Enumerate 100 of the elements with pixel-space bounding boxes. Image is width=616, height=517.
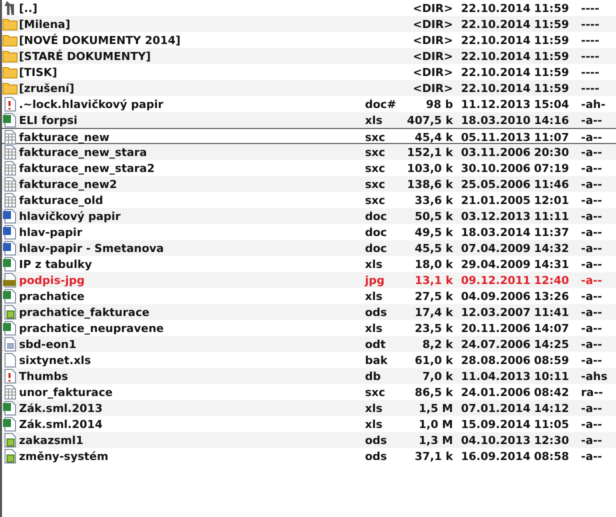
file-name: .~lock.hlavičkový papir	[19, 98, 164, 110]
file-extension: xls	[365, 418, 382, 430]
file-row[interactable]: prachatice_fakturace ods 17,4 k 12.03.2007 11:41 -a--	[2, 304, 616, 320]
file-time: 14:31	[533, 258, 570, 270]
folder-icon	[2, 80, 18, 96]
file-name: hlav-papir	[19, 226, 84, 238]
file-date: 16.09.2014	[460, 450, 531, 462]
file-time: 08:42	[533, 386, 570, 398]
file-extension: doc	[365, 210, 387, 222]
file-date: 04.09.2006	[460, 290, 531, 302]
file-date: 18.03.2014	[460, 226, 531, 238]
file-row[interactable]: podpis-jpg jpg 13,1 k 09.12.2011 12:40 -a--	[2, 272, 616, 288]
file-name: hlav-papir - Smetanova	[19, 242, 165, 254]
file-name: fakturace_old	[19, 194, 104, 206]
file-size: 8,2 k	[422, 338, 453, 350]
file-extension: bak	[365, 354, 388, 366]
file-row[interactable]: hlav-papir - Smetanova doc 45,5 k 07.04.2009 14:32 -a--	[2, 240, 616, 256]
file-time: 12:01	[533, 194, 570, 206]
file-size: 152,1 k	[407, 146, 453, 158]
file-name: hlavičkový papir	[19, 210, 122, 222]
file-attributes: -a--	[580, 418, 604, 430]
file-extension: db	[365, 370, 381, 382]
file-time: 15:04	[533, 98, 570, 110]
file-time: 11:05	[533, 418, 570, 430]
file-time: 11:46	[533, 178, 570, 190]
file-name: prachatice_neupravene	[19, 322, 165, 334]
file-size: <DIR>	[412, 82, 453, 94]
file-row[interactable]: [TISK] <DIR> 22.10.2014 11:59 ----	[2, 64, 616, 80]
file-name: Zák.sml.2014	[19, 418, 104, 430]
file-row[interactable]: Zák.sml.2013 xls 1,5 M 07.01.2014 14:12 -a--	[2, 400, 616, 416]
file-row[interactable]: unor_fakturace sxc 86,5 k 24.01.2006 08:42 ra--	[2, 384, 616, 400]
file-row[interactable]: fakturace_new2 sxc 138,6 k 25.05.2006 11:46 -a--	[2, 176, 616, 192]
file-date: 22.10.2014	[460, 2, 531, 14]
file-row[interactable]: Zák.sml.2014 xls 1,0 M 15.09.2014 11:05 -a--	[2, 416, 616, 432]
file-extension: odt	[365, 338, 386, 350]
file-row[interactable]: zakazsml1 ods 1,3 M 04.10.2013 12:30 -a--	[2, 432, 616, 448]
file-row[interactable]: fakturace_new_stara sxc 152,1 k 03.11.2006 20:30 -a--	[2, 144, 616, 160]
file-row[interactable]: [NOVÉ DOKUMENTY 2014] <DIR> 22.10.2014 11:59 ----	[2, 32, 616, 48]
file-extension: ods	[365, 450, 387, 462]
file-row[interactable]: hlav-papir doc 49,5 k 18.03.2014 11:37 -a--	[2, 224, 616, 240]
file-time: 14:25	[533, 338, 570, 350]
file-size: 33,6 k	[414, 194, 453, 206]
file-name: zakazsml1	[19, 434, 84, 446]
file-size: 45,4 k	[414, 130, 453, 144]
file-attributes: -a--	[580, 130, 604, 144]
file-size: 23,5 k	[414, 322, 453, 334]
file-row[interactable]: [..] <DIR> 22.10.2014 11:59 ----	[2, 0, 616, 16]
file-row[interactable]: IP z tabulky xls 18,0 k 29.04.2009 14:31 -a--	[2, 256, 616, 272]
file-time: 11:59	[533, 2, 570, 14]
file-time: 12:30	[533, 434, 570, 446]
file-attributes: ----	[580, 50, 600, 62]
file-attributes: -a--	[580, 434, 604, 446]
file-row[interactable]: .~lock.hlavičkový papir doc# 98 b 11.12.2013 15:04 -ah-	[2, 96, 616, 112]
folder-icon	[2, 16, 18, 32]
file-date: 20.11.2006	[460, 322, 531, 334]
file-size: 27,5 k	[414, 290, 453, 302]
file-attributes: -a--	[580, 322, 604, 334]
file-date: 15.09.2014	[460, 418, 531, 430]
file-attributes: ----	[580, 2, 600, 14]
file-extension: sxc	[365, 178, 386, 190]
file-row[interactable]: sbd-eon1 odt 8,2 k 24.07.2006 14:25 -a--	[2, 336, 616, 352]
file-extension: sxc	[365, 130, 386, 144]
file-row[interactable]: prachatice_neupravene xls 23,5 k 20.11.2006 14:07 -a--	[2, 320, 616, 336]
file-row[interactable]: [Milena] <DIR> 22.10.2014 11:59 ----	[2, 16, 616, 32]
file-date: 07.04.2009	[460, 242, 531, 254]
file-row[interactable]: [STARÉ DOKUMENTY] <DIR> 22.10.2014 11:59 ----	[2, 48, 616, 64]
file-date: 03.12.2013	[460, 210, 531, 222]
file-extension: xls	[365, 114, 382, 126]
file-size: <DIR>	[412, 66, 453, 78]
file-attributes: -ah-	[580, 98, 606, 110]
file-row[interactable]: Thumbs db 7,0 k 11.04.2013 10:11 -ahs	[2, 368, 616, 384]
file-extension: xls	[365, 402, 382, 414]
file-name: prachatice_fakturace	[19, 306, 150, 318]
file-row[interactable]: ELI forpsi xls 407,5 k 18.03.2010 14:16 -a--	[2, 112, 616, 128]
file-time: 11:59	[533, 34, 570, 46]
file-row[interactable]: fakturace_old sxc 33,6 k 21.01.2005 12:01 -a--	[2, 192, 616, 208]
file-size: 1,5 M	[418, 402, 453, 414]
file-row[interactable]: fakturace_new_stara2 sxc 103,0 k 30.10.2006 07:19 -a--	[2, 160, 616, 176]
file-size: 103,0 k	[407, 162, 453, 174]
file-name: fakturace_new2	[19, 178, 118, 190]
file-date: 11.12.2013	[460, 98, 531, 110]
file-row[interactable]: [zrušení] <DIR> 22.10.2014 11:59 ----	[2, 80, 616, 96]
file-extension: doc	[365, 226, 387, 238]
file-row[interactable]: hlavičkový papir doc 50,5 k 03.12.2013 11:11 -a--	[2, 208, 616, 224]
file-extension: ods	[365, 306, 387, 318]
file-name: fakturace_new_stara	[19, 146, 148, 158]
file-date: 29.04.2009	[460, 258, 531, 270]
file-date: 03.11.2006	[460, 146, 531, 158]
file-size: 98 b	[426, 98, 453, 110]
file-row[interactable]: sixtynet.xls bak 61,0 k 28.08.2006 08:59 -a--	[2, 352, 616, 368]
file-extension: xls	[365, 258, 382, 270]
file-time: 08:58	[533, 450, 570, 462]
file-row[interactable]: prachatice xls 27,5 k 04.09.2006 13:26 -a--	[2, 288, 616, 304]
file-row[interactable]: změny-systém ods 37,1 k 16.09.2014 08:58 -a--	[2, 448, 616, 464]
folder-icon	[2, 48, 18, 64]
file-attributes: -a--	[580, 354, 604, 366]
file-size: 7,0 k	[422, 370, 453, 382]
file-time: 12:40	[533, 274, 570, 286]
file-date: 12.03.2007	[460, 306, 531, 318]
file-name: [STARÉ DOKUMENTY]	[19, 50, 152, 62]
